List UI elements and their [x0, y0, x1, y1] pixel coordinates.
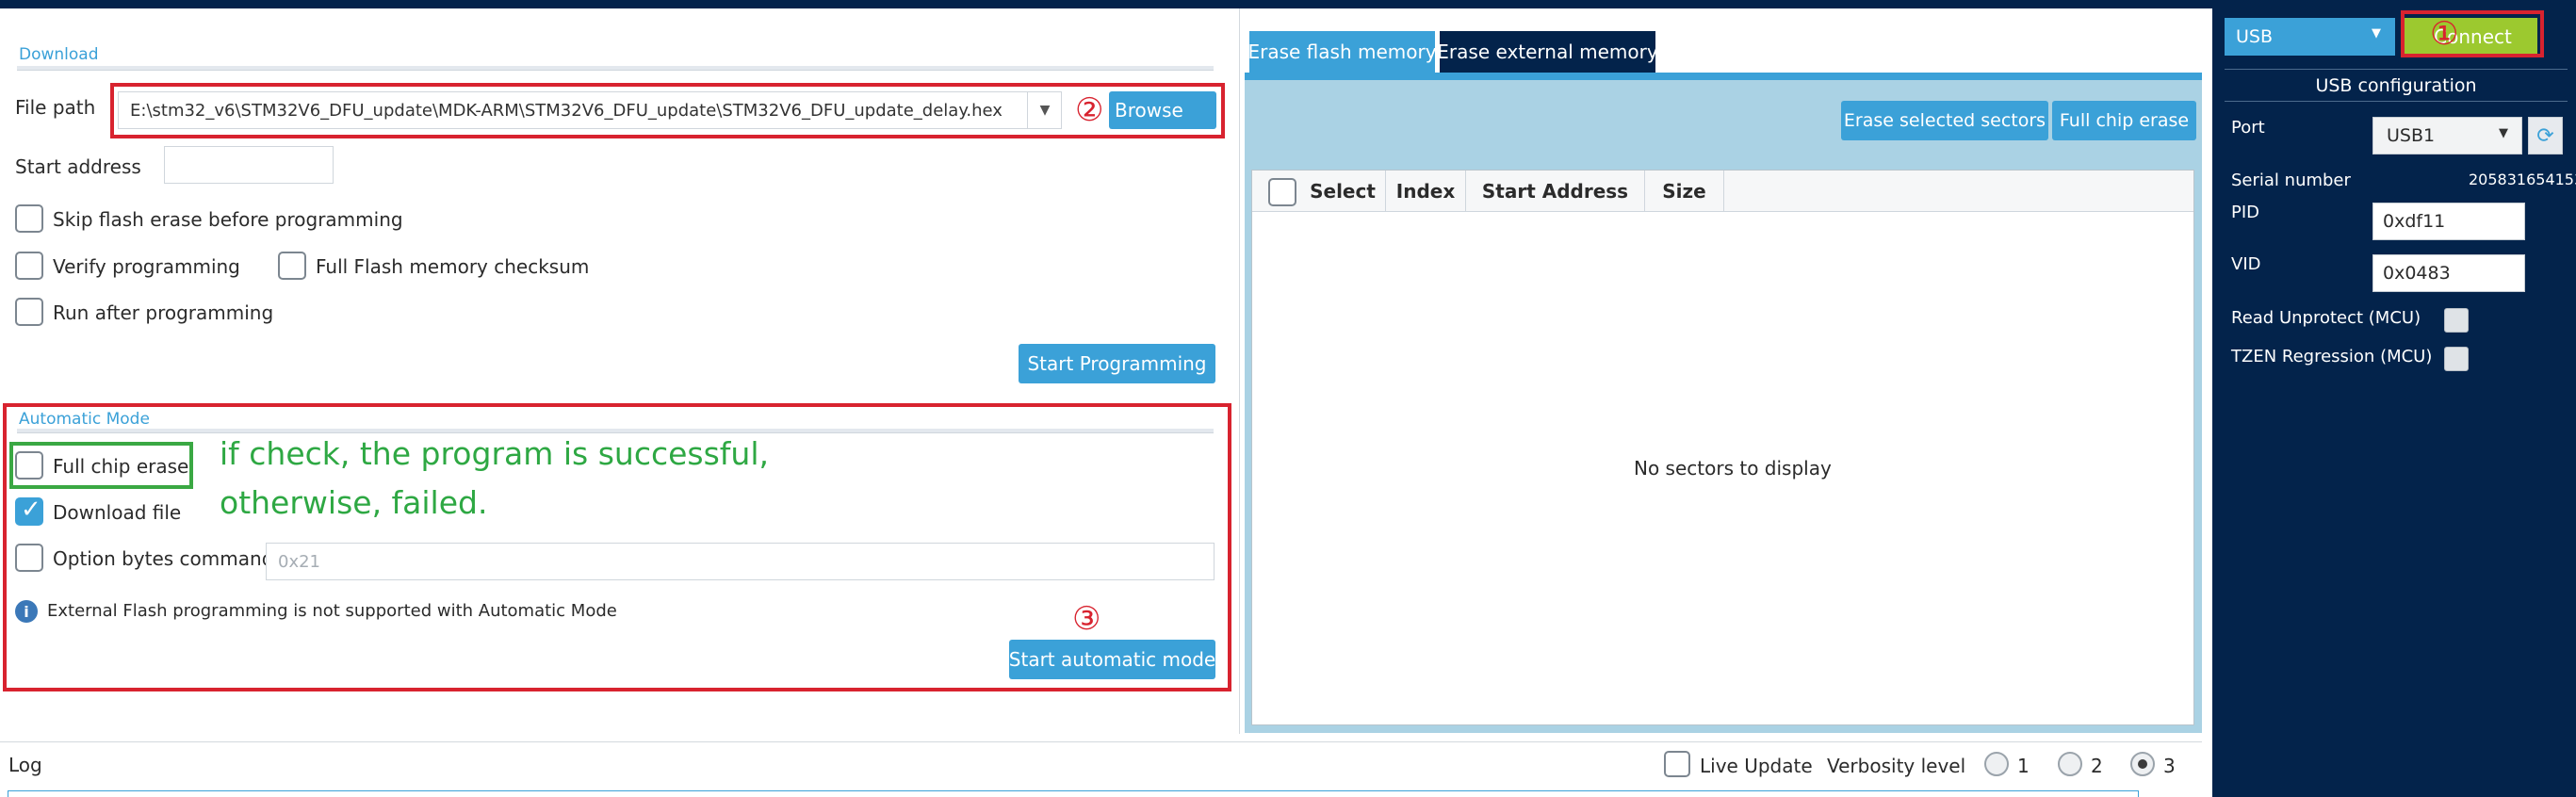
- download-file-checkbox[interactable]: [15, 496, 43, 526]
- annotation-circle-1: ①: [2430, 15, 2459, 53]
- erase-selected-sectors-button[interactable]: Erase selected sectors: [1841, 101, 2048, 140]
- file-path-value: E:\stm32_v6\STM32V6_DFU_update\MDK-ARM\S…: [130, 100, 1003, 121]
- port-select-value: USB1: [2387, 125, 2436, 146]
- pid-input[interactable]: 0xdf11: [2372, 203, 2525, 240]
- log-title: Log: [8, 754, 42, 776]
- annotation-box-connect: [2401, 10, 2544, 57]
- usb-configuration-header: USB configuration: [2225, 69, 2568, 102]
- column-header-index-label: Index: [1395, 180, 1456, 203]
- verbosity-level-3-label: 3: [2163, 755, 2176, 777]
- full-chip-erase-button[interactable]: Full chip erase: [2052, 101, 2196, 140]
- run-after-programming-label: Run after programming: [53, 301, 274, 324]
- verify-programming-checkbox[interactable]: [15, 252, 43, 280]
- pid-label: PID: [2231, 203, 2260, 222]
- download-file-label: Download file: [53, 501, 182, 524]
- tab-underline: [1245, 73, 2202, 80]
- no-sectors-text: No sectors to display: [1634, 457, 1832, 480]
- auto-full-chip-erase-label: Full chip erase: [53, 455, 189, 478]
- full-checksum-label: Full Flash memory checksum: [316, 255, 590, 278]
- tab-erase-flash-memory[interactable]: Erase flash memory: [1247, 31, 1437, 73]
- start-programming-button[interactable]: Start Programming: [1019, 344, 1215, 383]
- start-automatic-mode-button[interactable]: Start automatic mode: [1009, 640, 1215, 679]
- verbosity-radio-2[interactable]: [2058, 752, 2082, 776]
- automatic-mode-divider: [17, 429, 1214, 433]
- full-checksum-checkbox[interactable]: [278, 252, 306, 280]
- vid-value: 0x0483: [2383, 263, 2451, 284]
- read-unprotect-checkbox[interactable]: [2444, 308, 2469, 333]
- refresh-icon[interactable]: ⟳: [2528, 117, 2563, 155]
- interface-dropdown-icon: ▼: [2372, 26, 2381, 41]
- vid-input[interactable]: 0x0483: [2372, 254, 2525, 292]
- top-bar: [0, 0, 2576, 8]
- file-path-label: File path: [15, 96, 96, 119]
- annotation-note-line1: if check, the program is successful,: [220, 435, 769, 472]
- verbosity-level-1-label: 1: [2017, 755, 2030, 777]
- serial-number-label: Serial number: [2231, 171, 2351, 190]
- download-section-title: Download: [19, 45, 99, 64]
- start-programming-label: Start Programming: [1027, 352, 1207, 375]
- skip-erase-label: Skip flash erase before programming: [53, 208, 403, 231]
- serial-number-value: 205831654153: [2469, 171, 2576, 188]
- column-header-select[interactable]: Select: [1300, 171, 1386, 212]
- panel-divider: [1239, 8, 1240, 734]
- usb-configuration-title: USB configuration: [2315, 74, 2477, 96]
- browse-button-label: Browse: [1115, 99, 1183, 122]
- download-section-divider: [17, 66, 1214, 71]
- verify-programming-label: Verify programming: [53, 255, 240, 278]
- read-unprotect-label: Read Unprotect (MCU): [2231, 308, 2421, 328]
- start-address-input[interactable]: [164, 146, 334, 184]
- column-header-start-address-label: Start Address: [1481, 180, 1629, 203]
- column-header-start-address[interactable]: Start Address: [1466, 171, 1645, 212]
- live-update-checkbox[interactable]: [1664, 751, 1690, 777]
- tab-erase-external-memory[interactable]: Erase external memory: [1437, 31, 1658, 73]
- verbosity-level-2-label: 2: [2091, 755, 2103, 777]
- external-flash-info-text: External Flash programming is not suppor…: [47, 601, 617, 621]
- auto-full-chip-erase-checkbox[interactable]: [15, 451, 43, 480]
- column-header-index[interactable]: Index: [1386, 171, 1466, 212]
- vid-label: VID: [2231, 254, 2261, 274]
- log-output-area[interactable]: [8, 790, 2139, 797]
- pid-value: 0xdf11: [2383, 211, 2446, 232]
- tzen-regression-checkbox[interactable]: [2444, 347, 2469, 371]
- run-after-programming-checkbox[interactable]: [15, 298, 43, 326]
- option-bytes-placeholder: 0x21: [278, 551, 321, 572]
- annotation-circle-3: ③: [1072, 600, 1101, 638]
- option-bytes-input[interactable]: 0x21: [266, 543, 1215, 580]
- live-update-label: Live Update: [1700, 755, 1813, 777]
- sectors-table: [1251, 170, 2194, 725]
- start-address-label: Start address: [15, 155, 141, 178]
- file-path-input[interactable]: E:\stm32_v6\STM32V6_DFU_update\MDK-ARM\S…: [118, 91, 1062, 129]
- browse-button[interactable]: Browse: [1109, 91, 1216, 129]
- start-automatic-mode-label: Start automatic mode: [1008, 648, 1216, 671]
- port-dropdown-icon: ▼: [2499, 126, 2508, 140]
- port-label: Port: [2231, 118, 2265, 138]
- option-bytes-checkbox[interactable]: [15, 544, 43, 572]
- info-icon: i: [15, 600, 38, 623]
- tzen-regression-label: TZEN Regression (MCU): [2231, 347, 2433, 366]
- automatic-mode-section-title: Automatic Mode: [19, 410, 150, 429]
- annotation-circle-2: ②: [1075, 91, 1104, 129]
- verbosity-radio-3[interactable]: [2130, 752, 2155, 776]
- skip-erase-checkbox[interactable]: [15, 204, 43, 233]
- full-chip-erase-button-label: Full chip erase: [2059, 110, 2190, 131]
- file-path-dropdown-icon[interactable]: ▼: [1027, 91, 1062, 129]
- erase-selected-sectors-label: Erase selected sectors: [1843, 110, 2046, 131]
- tab-erase-external-memory-label: Erase external memory: [1437, 41, 1658, 63]
- verbosity-level-label: Verbosity level: [1827, 755, 1966, 777]
- verbosity-radio-1[interactable]: [1984, 752, 2009, 776]
- tab-erase-flash-memory-label: Erase flash memory: [1247, 41, 1437, 63]
- column-header-size-label: Size: [1662, 180, 1706, 203]
- option-bytes-label: Option bytes commands: [53, 547, 284, 570]
- select-all-checkbox[interactable]: [1268, 178, 1296, 206]
- interface-select-value: USB: [2236, 26, 2274, 47]
- annotation-note-line2: otherwise, failed.: [220, 484, 488, 521]
- column-header-size[interactable]: Size: [1645, 171, 1724, 212]
- interface-select[interactable]: USB: [2225, 18, 2395, 56]
- column-header-select-label: Select: [1310, 180, 1376, 203]
